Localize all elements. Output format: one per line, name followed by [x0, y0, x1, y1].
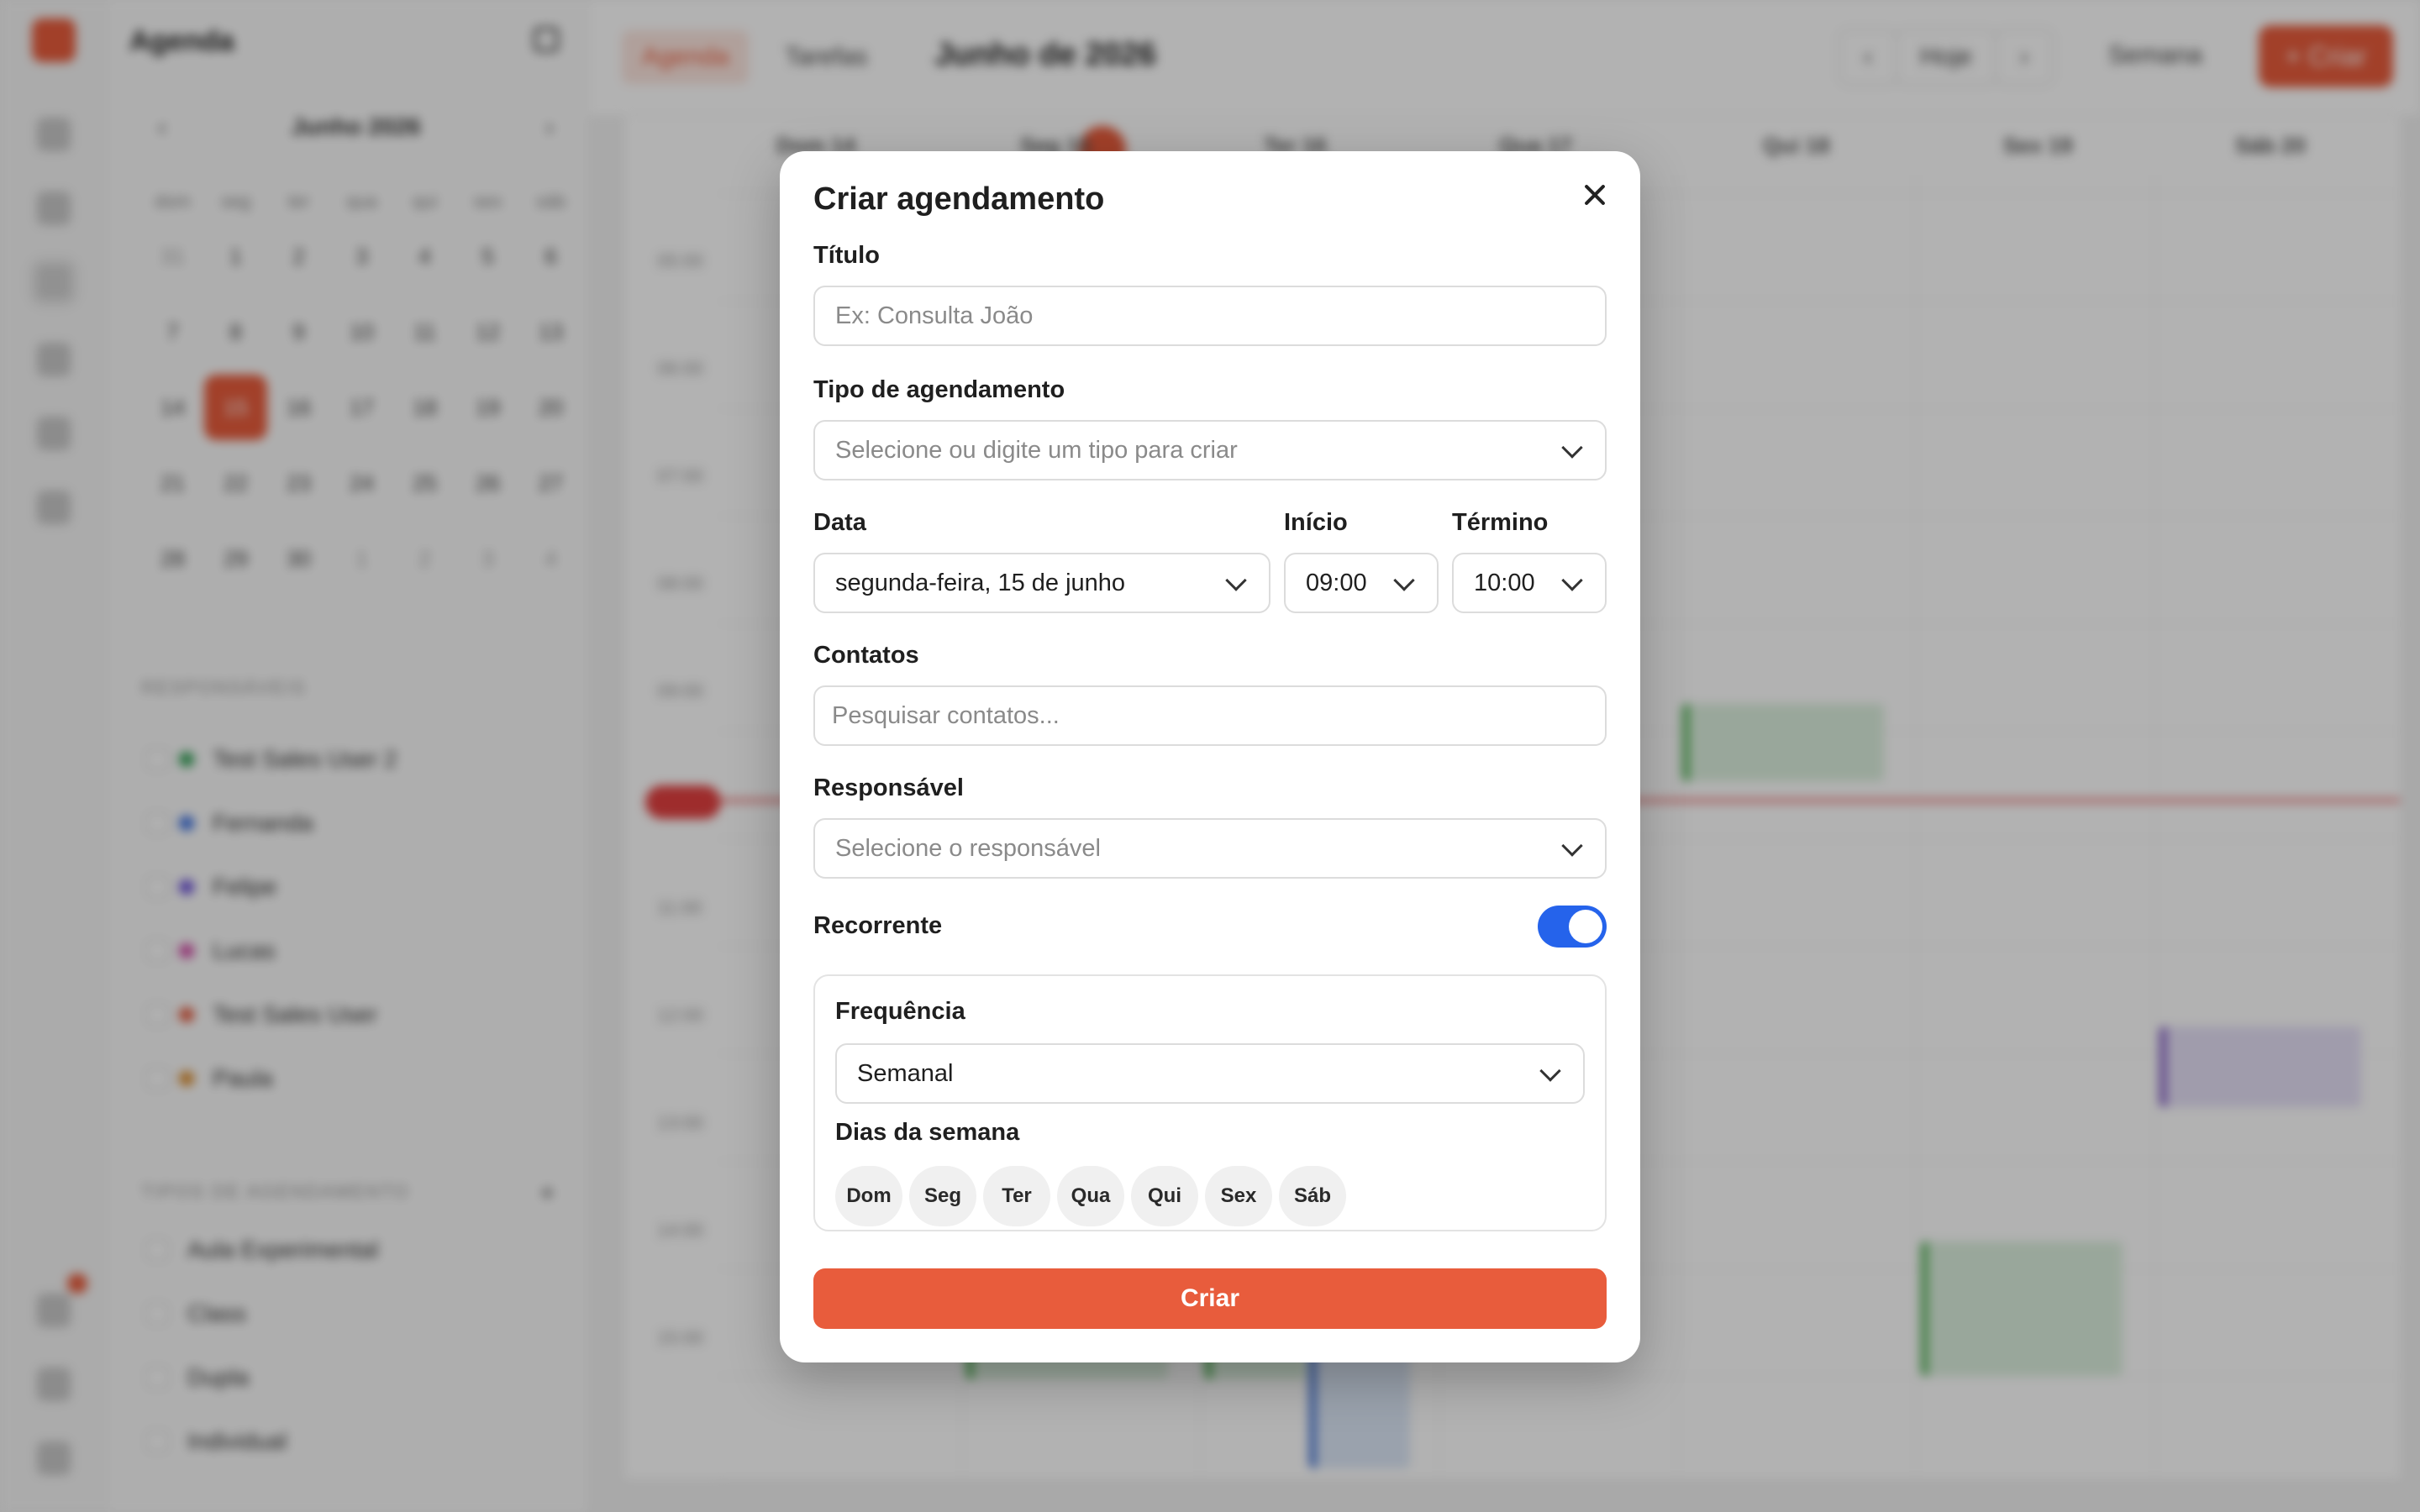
recorrente-toggle[interactable]	[1538, 906, 1607, 948]
weekday-toggle-qua[interactable]: Qua	[1057, 1166, 1124, 1226]
chevron-down-icon	[1539, 1060, 1561, 1082]
responsavel-select-placeholder: Selecione o responsável	[835, 835, 1101, 862]
inicio-select-value: 09:00	[1306, 570, 1367, 596]
dialog-title: Criar agendamento	[813, 181, 1105, 217]
contatos-search-input[interactable]	[832, 687, 1571, 745]
weekday-toggle-sex[interactable]: Sex	[1205, 1166, 1272, 1226]
responsavel-label: Responsável	[813, 774, 964, 801]
frequencia-select[interactable]: Semanal	[835, 1043, 1585, 1104]
recorrente-label: Recorrente	[813, 912, 943, 939]
data-select-value: segunda-feira, 15 de junho	[835, 570, 1126, 596]
frequencia-label: Frequência	[835, 998, 965, 1025]
weekday-toggle-dom[interactable]: Dom	[835, 1166, 902, 1226]
contatos-field[interactable]	[813, 685, 1607, 746]
chevron-down-icon	[1393, 570, 1415, 591]
responsavel-select[interactable]: Selecione o responsável	[813, 818, 1607, 879]
toggle-knob	[1569, 910, 1602, 943]
tipo-label: Tipo de agendamento	[813, 376, 1065, 403]
termino-select[interactable]: 10:00	[1452, 553, 1607, 613]
weekday-picker: Dom Seg Ter Qua Qui Sex Sáb	[835, 1166, 1346, 1226]
termino-label: Término	[1452, 509, 1549, 536]
titulo-input[interactable]	[835, 287, 1571, 345]
termino-select-value: 10:00	[1474, 570, 1535, 596]
inicio-select[interactable]: 09:00	[1284, 553, 1439, 613]
close-icon[interactable]	[1578, 178, 1612, 212]
chevron-down-icon	[1225, 570, 1247, 591]
chevron-down-icon	[1561, 437, 1583, 459]
frequencia-select-value: Semanal	[857, 1060, 954, 1087]
recurrence-options: Frequência Semanal Dias da semana Dom Se…	[813, 974, 1607, 1231]
contatos-label: Contatos	[813, 642, 919, 669]
tipo-select[interactable]: Selecione ou digite um tipo para criar	[813, 420, 1607, 480]
tipo-select-placeholder: Selecione ou digite um tipo para criar	[835, 437, 1238, 464]
weekday-toggle-qui[interactable]: Qui	[1131, 1166, 1198, 1226]
chevron-down-icon	[1561, 570, 1583, 591]
titulo-label: Título	[813, 242, 880, 269]
data-select[interactable]: segunda-feira, 15 de junho	[813, 553, 1270, 613]
dias-semana-label: Dias da semana	[835, 1119, 1020, 1146]
weekday-toggle-sab[interactable]: Sáb	[1279, 1166, 1346, 1226]
data-label: Data	[813, 509, 866, 536]
chevron-down-icon	[1561, 835, 1583, 857]
weekday-toggle-seg[interactable]: Seg	[909, 1166, 976, 1226]
criar-button[interactable]: Criar	[813, 1268, 1607, 1329]
create-appointment-dialog: Criar agendamento Título Tipo de agendam…	[780, 151, 1640, 1362]
inicio-label: Início	[1284, 509, 1348, 536]
weekday-toggle-ter[interactable]: Ter	[983, 1166, 1050, 1226]
titulo-field[interactable]	[813, 286, 1607, 346]
